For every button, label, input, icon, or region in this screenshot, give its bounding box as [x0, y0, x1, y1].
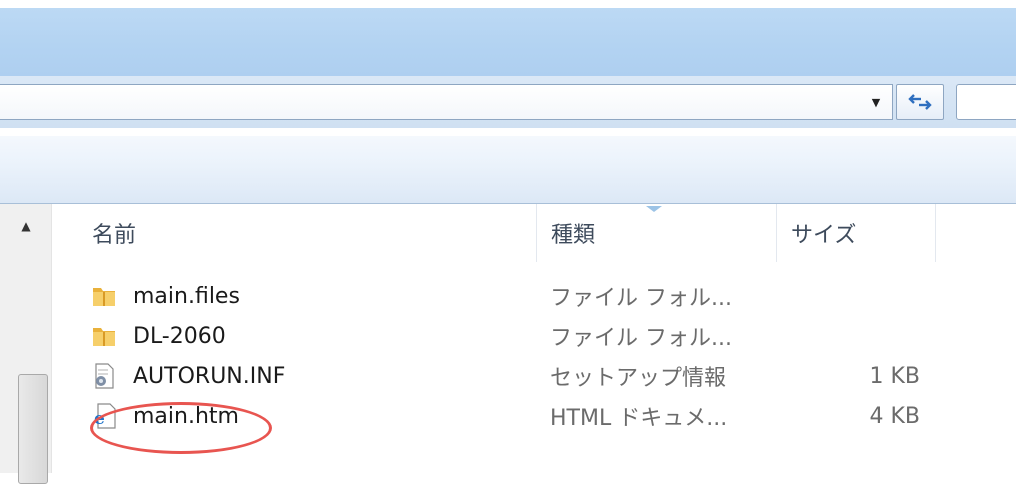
folder-icon [93, 288, 115, 306]
column-header-size[interactable]: サイズ [776, 204, 936, 262]
dropdown-arrow-icon[interactable]: ▼ [865, 90, 887, 114]
file-size: 4 KB [869, 403, 920, 429]
scroll-up-arrow-icon[interactable]: ▲ [12, 212, 40, 240]
file-name: DL-2060 [133, 323, 226, 349]
column-header-type[interactable]: 種類 [536, 204, 776, 262]
file-name: main.files [133, 283, 240, 309]
vertical-scrollbar[interactable]: ▲ [0, 204, 52, 484]
refresh-button[interactable] [896, 84, 944, 120]
file-type: セットアップ情報 [550, 366, 727, 391]
file-size: 1 KB [869, 363, 920, 389]
file-row[interactable]: e main.htm HTML ドキュメ... 4 KB [80, 396, 950, 436]
file-type: ファイル フォル... [550, 326, 732, 351]
search-input[interactable] [956, 84, 1016, 120]
ie-html-icon: e [94, 403, 116, 429]
svg-text:e: e [94, 409, 105, 429]
file-name: AUTORUN.INF [133, 363, 286, 389]
address-bar: ▼ [0, 76, 1016, 128]
file-row[interactable]: AUTORUN.INF セットアップ情報 1 KB [80, 356, 950, 396]
file-row[interactable]: main.files ファイル フォル... [80, 276, 950, 316]
folder-icon [93, 328, 115, 346]
address-field[interactable] [0, 84, 893, 120]
file-row[interactable]: DL-2060 ファイル フォル... [80, 316, 950, 356]
file-type: HTML ドキュメ... [550, 406, 728, 431]
command-toolbar [0, 128, 1016, 204]
file-list-pane: ▲ 名前 種類 サイズ main.files ファイル フォル... DL-20… [0, 204, 1016, 484]
scroll-thumb[interactable] [18, 374, 48, 484]
setup-info-icon [95, 363, 114, 389]
column-header-name[interactable]: 名前 [78, 204, 536, 262]
file-type: ファイル フォル... [550, 286, 732, 311]
window-titlebar [0, 0, 1016, 76]
file-name: main.htm [133, 403, 239, 429]
refresh-icon [908, 94, 932, 110]
